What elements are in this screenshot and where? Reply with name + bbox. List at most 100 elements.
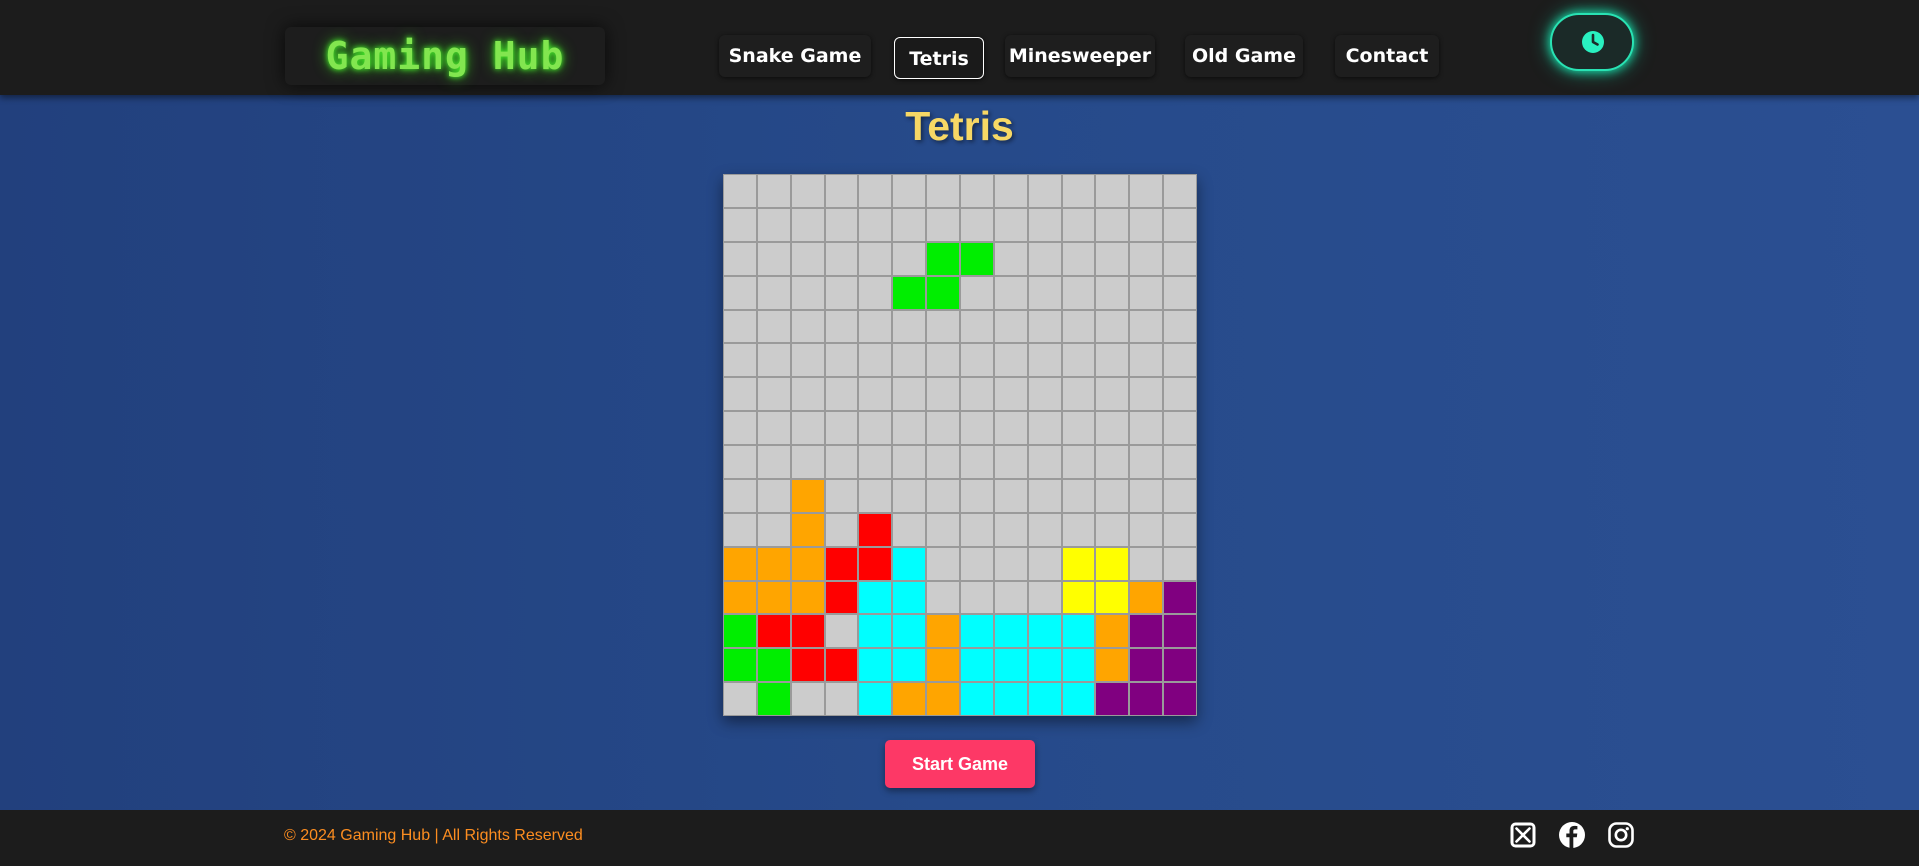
nav-minesweeper[interactable]: Minesweeper (1005, 35, 1155, 77)
board-cell-empty (824, 682, 859, 716)
board-cell-empty (1129, 411, 1164, 445)
board-cell-empty (790, 445, 825, 479)
board-cell-empty (1095, 241, 1130, 276)
board-cell-empty (1129, 343, 1164, 378)
board-cell-filled (723, 546, 757, 581)
board-cell-empty (824, 411, 859, 445)
board-cell-empty (892, 174, 927, 208)
board-cell-filled (1061, 546, 1096, 581)
facebook-icon[interactable] (1558, 821, 1586, 849)
board-cell-empty (960, 377, 994, 412)
board-cell-empty (960, 275, 994, 310)
clock-icon (1582, 31, 1604, 53)
board-cell-filled (892, 682, 927, 716)
board-cell-empty (756, 445, 791, 479)
board-cell-empty (790, 377, 825, 412)
board-cell-empty (993, 309, 1028, 344)
board-cell-empty (858, 207, 893, 242)
board-cell-empty (824, 309, 859, 344)
site-logo[interactable]: Gaming Hub (285, 27, 605, 85)
board-cell-empty (824, 512, 859, 547)
instagram-icon[interactable] (1607, 821, 1635, 849)
board-cell-empty (1027, 580, 1062, 615)
board-cell-empty (993, 411, 1028, 445)
board-cell-empty (723, 207, 757, 242)
board-cell-empty (756, 275, 791, 310)
board-cell-empty (824, 614, 859, 649)
board-cell-empty (756, 512, 791, 547)
board-cell-filled (1095, 648, 1130, 683)
board-cell-empty (1061, 512, 1096, 547)
board-cell-empty (858, 377, 893, 412)
tetris-board[interactable] (723, 174, 1197, 716)
board-cell-empty (858, 445, 893, 479)
nav-tetris[interactable]: Tetris (894, 37, 984, 79)
board-cell-filled (756, 682, 791, 716)
board-cell-empty (824, 445, 859, 479)
board-cell-empty (993, 512, 1028, 547)
board-cell-filled (1061, 648, 1096, 683)
board-cell-empty (993, 275, 1028, 310)
nav-old-game[interactable]: Old Game (1185, 35, 1303, 77)
board-cell-filled (1095, 614, 1130, 649)
board-cell-empty (1129, 445, 1164, 479)
board-cell-empty (1163, 377, 1197, 412)
board-cell-filled (1129, 648, 1164, 683)
board-cell-empty (1163, 546, 1197, 581)
board-cell-empty (993, 174, 1028, 208)
board-cell-filled (892, 614, 927, 649)
board-cell-empty (1027, 478, 1062, 513)
board-cell-empty (892, 309, 927, 344)
nav-contact[interactable]: Contact (1335, 35, 1439, 77)
board-cell-empty (1061, 275, 1096, 310)
start-game-button[interactable]: Start Game (885, 740, 1035, 788)
footer: © 2024 Gaming Hub | All Rights Reserved (0, 810, 1919, 866)
x-icon[interactable] (1509, 821, 1537, 849)
board-cell-empty (1095, 411, 1130, 445)
board-cell-filled (756, 580, 791, 615)
board-cell-filled (824, 546, 859, 581)
board-cell-empty (723, 343, 757, 378)
board-cell-empty (824, 207, 859, 242)
board-cell-filled (1061, 682, 1096, 716)
board-cell-empty (926, 445, 960, 479)
board-cell-empty (824, 174, 859, 208)
board-cell-filled (858, 682, 893, 716)
board-cell-empty (1027, 309, 1062, 344)
board-cell-empty (756, 309, 791, 344)
board-cell-empty (1061, 241, 1096, 276)
board-cell-filled (926, 682, 960, 716)
board-cell-empty (1129, 241, 1164, 276)
board-cell-empty (1163, 241, 1197, 276)
board-cell-filled (824, 580, 859, 615)
board-cell-empty (993, 343, 1028, 378)
board-cell-filled (723, 648, 757, 683)
board-cell-empty (1095, 377, 1130, 412)
board-cell-empty (858, 478, 893, 513)
board-cell-empty (1027, 512, 1062, 547)
board-cell-empty (1061, 309, 1096, 344)
board-cell-empty (1163, 275, 1197, 310)
board-cell-empty (993, 546, 1028, 581)
board-cell-filled (892, 275, 927, 310)
board-cell-empty (1027, 445, 1062, 479)
board-cell-empty (1095, 275, 1130, 310)
board-cell-empty (790, 241, 825, 276)
nav-snake-game[interactable]: Snake Game (719, 35, 871, 77)
board-cell-empty (1129, 309, 1164, 344)
board-cell-empty (1027, 207, 1062, 242)
board-cell-filled (960, 648, 994, 683)
board-cell-filled (1061, 614, 1096, 649)
theme-toggle-button[interactable] (1550, 13, 1634, 71)
board-cell-empty (1027, 546, 1062, 581)
board-cell-empty (960, 478, 994, 513)
board-cell-filled (858, 512, 893, 547)
board-cell-empty (892, 478, 927, 513)
board-cell-filled (892, 546, 927, 581)
board-cell-empty (1095, 512, 1130, 547)
board-cell-filled (723, 614, 757, 649)
board-cell-filled (1027, 648, 1062, 683)
board-cell-empty (1061, 207, 1096, 242)
board-cell-empty (960, 445, 994, 479)
board-cell-filled (790, 546, 825, 581)
